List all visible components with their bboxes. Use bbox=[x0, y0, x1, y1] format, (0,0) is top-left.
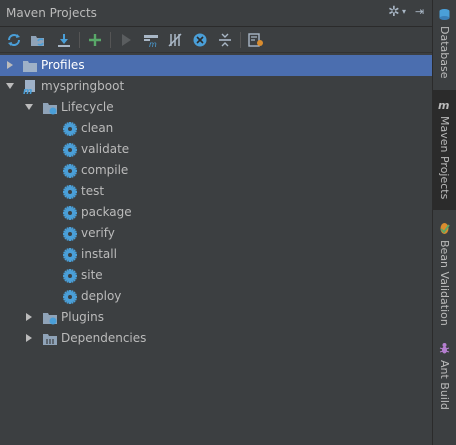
gear-icon bbox=[63, 122, 77, 136]
add-icon[interactable] bbox=[86, 31, 104, 49]
maven-projects-panel: Maven Projects ✲ ▾ ⇥ m Profiles m myspri… bbox=[0, 0, 432, 445]
tab-label: Database bbox=[438, 26, 451, 79]
chevron-right-icon[interactable] bbox=[24, 333, 34, 343]
goal-label: install bbox=[81, 247, 117, 261]
svg-text:m: m bbox=[23, 87, 32, 95]
tree-item-goal[interactable]: test bbox=[0, 181, 432, 202]
tab-ant-build[interactable]: Ant Build bbox=[433, 338, 456, 418]
execute-goal-icon[interactable]: m bbox=[142, 31, 160, 49]
tree-item-label: Profiles bbox=[41, 58, 85, 72]
tree-item-goal[interactable]: compile bbox=[0, 160, 432, 181]
toolbar-separator bbox=[79, 32, 80, 48]
tree-item-label: Dependencies bbox=[61, 331, 147, 345]
tree-item-plugins[interactable]: Plugins bbox=[0, 307, 432, 328]
skip-tests-icon[interactable] bbox=[191, 31, 209, 49]
collapse-all-icon[interactable] bbox=[216, 31, 234, 49]
svg-text:m: m bbox=[438, 99, 449, 111]
tool-window-sidebar: Database m Maven Projects Bean Validatio… bbox=[432, 0, 456, 445]
tree-item-goal[interactable]: validate bbox=[0, 139, 432, 160]
maven-project-icon: m bbox=[23, 80, 35, 95]
goal-label: test bbox=[81, 184, 105, 198]
toggle-offline-icon[interactable] bbox=[166, 31, 184, 49]
bean-validation-icon bbox=[440, 223, 450, 234]
tree-item-dependencies[interactable]: Dependencies bbox=[0, 328, 432, 349]
goal-label: package bbox=[81, 205, 132, 219]
gear-icon bbox=[63, 164, 77, 178]
gear-icon bbox=[63, 290, 77, 304]
panel-header: Maven Projects ✲ ▾ ⇥ bbox=[0, 0, 432, 27]
settings-icon[interactable] bbox=[247, 31, 265, 49]
chevron-down-icon[interactable] bbox=[24, 102, 34, 112]
tree-item-goal[interactable]: package bbox=[0, 202, 432, 223]
profiles-folder-icon bbox=[23, 61, 37, 72]
tree-item-label: myspringboot bbox=[41, 79, 125, 93]
ant-icon bbox=[439, 343, 450, 354]
goal-label: compile bbox=[81, 163, 129, 177]
tab-maven-projects[interactable]: m Maven Projects bbox=[433, 90, 456, 210]
chevron-right-icon[interactable] bbox=[5, 60, 15, 70]
generate-sources-icon[interactable] bbox=[29, 31, 47, 49]
plugins-folder-icon bbox=[43, 313, 57, 325]
dependencies-folder-icon bbox=[43, 334, 57, 345]
goal-label: verify bbox=[81, 226, 115, 240]
maven-icon: m bbox=[438, 99, 449, 111]
panel-title: Maven Projects bbox=[6, 6, 97, 20]
tree-item-goal[interactable]: install bbox=[0, 244, 432, 265]
tab-label: Ant Build bbox=[438, 360, 451, 410]
svg-text:m: m bbox=[149, 40, 157, 48]
goal-label: deploy bbox=[81, 289, 122, 303]
gear-icon[interactable]: ✲ bbox=[388, 4, 400, 20]
goal-label: clean bbox=[81, 121, 114, 135]
tab-label: Maven Projects bbox=[438, 116, 451, 200]
tab-database[interactable]: Database bbox=[433, 4, 456, 84]
tree-item-goal[interactable]: site bbox=[0, 265, 432, 286]
goal-label: validate bbox=[81, 142, 130, 156]
toolbar-separator bbox=[240, 32, 241, 48]
goal-label: site bbox=[81, 268, 103, 282]
tab-bean-validation[interactable]: Bean Validation bbox=[433, 218, 456, 328]
download-icon[interactable] bbox=[55, 31, 73, 49]
chevron-right-icon[interactable] bbox=[24, 312, 34, 322]
gear-icon bbox=[63, 185, 77, 199]
tree-item-goal[interactable]: verify bbox=[0, 223, 432, 244]
gear-icon bbox=[63, 206, 77, 220]
gear-icon bbox=[63, 248, 77, 262]
tree-item-profiles[interactable]: Profiles bbox=[0, 55, 432, 76]
tree-item-lifecycle[interactable]: Lifecycle bbox=[0, 97, 432, 118]
tree-item-goal[interactable]: clean bbox=[0, 118, 432, 139]
gear-icon bbox=[63, 227, 77, 241]
lifecycle-folder-icon bbox=[43, 103, 57, 115]
hide-panel-icon[interactable]: ⇥ bbox=[415, 5, 424, 18]
chevron-down-icon[interactable] bbox=[5, 81, 15, 91]
tree-item-project[interactable]: m myspringboot bbox=[0, 76, 432, 97]
tab-label: Bean Validation bbox=[438, 240, 451, 326]
reimport-icon[interactable] bbox=[5, 31, 23, 49]
chevron-down-icon[interactable]: ▾ bbox=[402, 7, 406, 16]
run-icon[interactable] bbox=[117, 31, 135, 49]
database-icon bbox=[439, 9, 450, 20]
toolbar-separator bbox=[110, 32, 111, 48]
gear-icon bbox=[63, 143, 77, 157]
tree-item-label: Lifecycle bbox=[61, 100, 114, 114]
tree-item-label: Plugins bbox=[61, 310, 104, 324]
gear-icon bbox=[63, 269, 77, 283]
tree-item-goal[interactable]: deploy bbox=[0, 286, 432, 307]
maven-toolbar: m bbox=[0, 28, 432, 53]
